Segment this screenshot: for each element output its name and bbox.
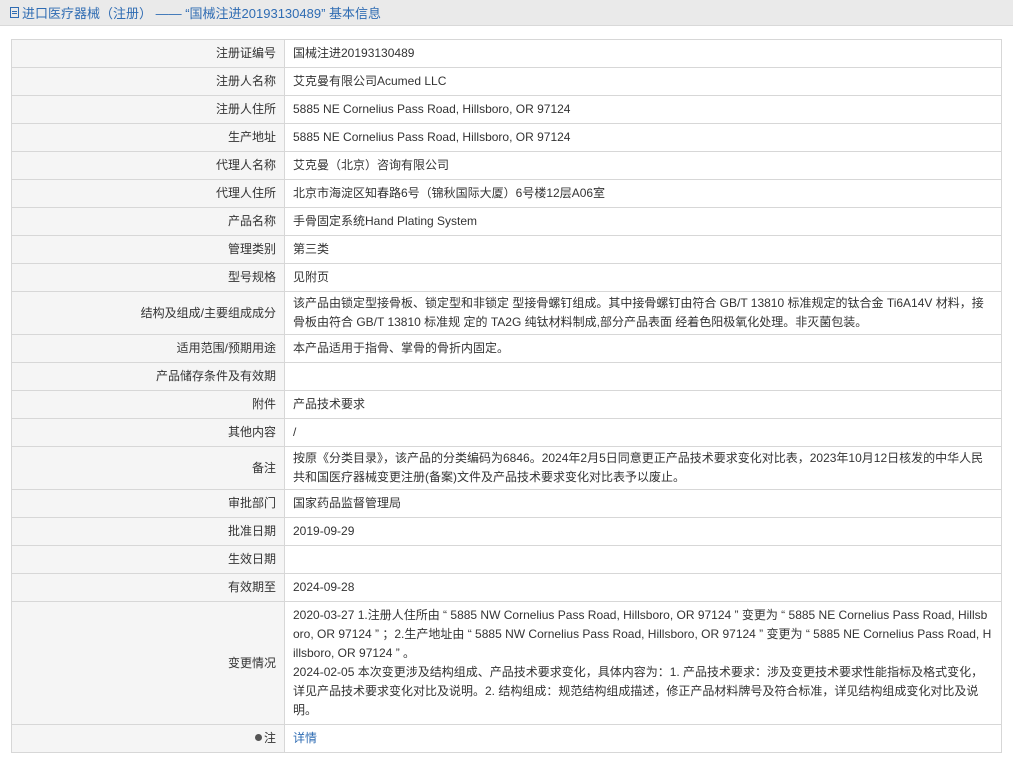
row-label: 产品储存条件及有效期 (11, 362, 285, 391)
row-label: 批准日期 (11, 517, 285, 546)
row-value: 2019-09-29 (284, 517, 1002, 546)
row-label: 注册证编号 (11, 39, 285, 68)
row-value: 见附页 (284, 263, 1002, 292)
row-value: 5885 NE Cornelius Pass Road, Hillsboro, … (284, 95, 1002, 124)
table-row: 审批部门 国家药品监督管理局 (11, 489, 1002, 518)
row-value: 本产品适用于指骨、掌骨的骨折内固定。 (284, 334, 1002, 363)
row-value: / (284, 418, 1002, 447)
table-row: 其他内容 / (11, 418, 1002, 447)
row-label: 备注 (11, 446, 285, 490)
pin-icon (254, 734, 262, 742)
table-row: 有效期至 2024-09-28 (11, 573, 1002, 602)
row-label: 生效日期 (11, 545, 285, 574)
row-label: 产品名称 (11, 207, 285, 236)
row-value: 产品技术要求 (284, 390, 1002, 419)
table-row: 管理类别 第三类 (11, 235, 1002, 264)
table-row: 生产地址 5885 NE Cornelius Pass Road, Hillsbo… (11, 123, 1002, 152)
row-label: 有效期至 (11, 573, 285, 602)
table-row: 注册人住所 5885 NE Cornelius Pass Road, Hillsb… (11, 95, 1002, 124)
row-label: 其他内容 (11, 418, 285, 447)
row-value: 国械注进20193130489 (284, 39, 1002, 68)
change-entry: 2020-03-27 1.注册人住所由 “ 5885 NW Cornelius … (293, 608, 992, 660)
table-row: 注 详情 (11, 724, 1002, 753)
row-label: 代理人住所 (11, 179, 285, 208)
row-label: 结构及组成/主要组成成分 (11, 291, 285, 335)
row-label: 代理人名称 (11, 151, 285, 180)
info-table: 注册证编号 国械注进20193130489 注册人名称 艾克曼有限公司Acumed … (11, 39, 1002, 753)
table-row: 备注 按原《分类目录》，该产品的分类编码为6846。2024年2月5日同意更正产品… (11, 446, 1002, 490)
row-value: 2024-09-28 (284, 573, 1002, 602)
row-value: 按原《分类目录》，该产品的分类编码为6846。2024年2月5日同意更正产品技术… (284, 446, 1002, 490)
table-row: 代理人住所 北京市海淀区知春路6号（锦秋国际大厦）6号楼12层A06室 (11, 179, 1002, 208)
document-icon (10, 7, 19, 18)
change-history-label: 变更情况 (11, 601, 285, 725)
row-value: 该产品由锁定型接骨板、锁定型和非锁定 型接骨螺钉组成。其中接骨螺钉由符合 GB/… (284, 291, 1002, 335)
row-value: 艾克曼（北京）咨询有限公司 (284, 151, 1002, 180)
change-history-value: 2020-03-27 1.注册人住所由 “ 5885 NW Cornelius … (284, 601, 1002, 725)
table-row: 产品名称 手骨固定系统Hand Plating System (11, 207, 1002, 236)
table-row: 批准日期 2019-09-29 (11, 517, 1002, 546)
table-row: 产品储存条件及有效期 (11, 362, 1002, 391)
page-title-text: 进口医疗器械（注册） —— “国械注进20193130489” 基本信息 (22, 6, 382, 21)
table-row: 结构及组成/主要组成成分 该产品由锁定型接骨板、锁定型和非锁定 型接骨螺钉组成。其… (11, 291, 1002, 335)
row-label: 附件 (11, 390, 285, 419)
row-value: 艾克曼有限公司Acumed LLC (284, 67, 1002, 96)
change-entry: 2024-02-05 本次变更涉及结构组成、产品技术要求变化，具体内容为：1. … (293, 665, 984, 717)
table-row: 附件 产品技术要求 (11, 390, 1002, 419)
table-row: 变更情况 2020-03-27 1.注册人住所由 “ 5885 NW Corne… (11, 601, 1002, 725)
row-value: 国家药品监督管理局 (284, 489, 1002, 518)
note-value: 详情 (284, 724, 1002, 753)
row-label: 型号规格 (11, 263, 285, 292)
row-value: 手骨固定系统Hand Plating System (284, 207, 1002, 236)
details-link[interactable]: 详情 (293, 731, 317, 745)
note-label: 注 (263, 731, 276, 745)
row-value: 北京市海淀区知春路6号（锦秋国际大厦）6号楼12层A06室 (284, 179, 1002, 208)
row-label: 审批部门 (11, 489, 285, 518)
table-row: 注册证编号 国械注进20193130489 (11, 39, 1002, 68)
note-label-cell: 注 (11, 724, 285, 753)
page-title: 进口医疗器械（注册） —— “国械注进20193130489” 基本信息 (0, 0, 1013, 26)
row-value (284, 545, 1002, 574)
row-value: 5885 NE Cornelius Pass Road, Hillsboro, … (284, 123, 1002, 152)
table-row: 生效日期 (11, 545, 1002, 574)
table-row: 适用范围/预期用途 本产品适用于指骨、掌骨的骨折内固定。 (11, 334, 1002, 363)
row-label: 生产地址 (11, 123, 285, 152)
row-value (284, 362, 1002, 391)
row-value: 第三类 (284, 235, 1002, 264)
row-label: 注册人住所 (11, 95, 285, 124)
table-row: 型号规格 见附页 (11, 263, 1002, 292)
table-row: 代理人名称 艾克曼（北京）咨询有限公司 (11, 151, 1002, 180)
row-label: 适用范围/预期用途 (11, 334, 285, 363)
row-label: 管理类别 (11, 235, 285, 264)
row-label: 注册人名称 (11, 67, 285, 96)
table-row: 注册人名称 艾克曼有限公司Acumed LLC (11, 67, 1002, 96)
